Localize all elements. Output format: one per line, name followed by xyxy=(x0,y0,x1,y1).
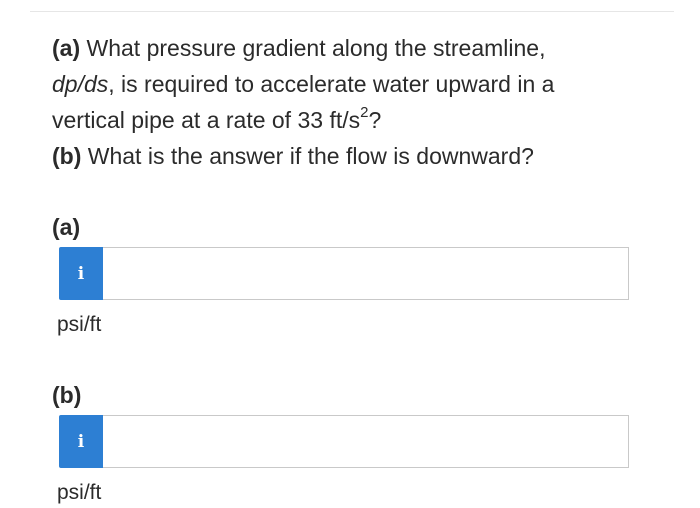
part-b-answer-row: i xyxy=(59,415,629,468)
question-a-text-3: vertical pipe at a rate of 33 ft/s xyxy=(52,107,361,133)
question-a-variable: dp/ds xyxy=(52,71,109,97)
part-a-answer-row: i xyxy=(59,247,629,300)
question-a-text-3-end: ? xyxy=(368,107,382,133)
question-b-label: (b) xyxy=(52,143,82,169)
question-a-text-1: What pressure gradient along the streaml… xyxy=(86,35,546,61)
question-a-text-2: , is required to accelerate water upward… xyxy=(108,71,555,97)
question-line-2: dp/ds, is required to accelerate water u… xyxy=(52,66,652,102)
top-divider xyxy=(30,11,674,12)
question-a-label: (a) xyxy=(52,35,81,61)
part-a-label: (a) xyxy=(52,214,81,240)
part-a-unit: psi/ft xyxy=(57,313,102,336)
question-line-4: (b) What is the answer if the flow is do… xyxy=(52,138,652,174)
question-line-3: vertical pipe at a rate of 33 ft/s2? xyxy=(52,102,652,138)
problem-page: (a) What pressure gradient along the str… xyxy=(0,0,700,508)
part-b-info-icon[interactable]: i xyxy=(59,415,103,468)
part-b-label: (b) xyxy=(52,382,82,408)
part-a-answer-input[interactable] xyxy=(103,247,629,300)
question-line-1: (a) What pressure gradient along the str… xyxy=(52,30,652,66)
question-a-exponent: 2 xyxy=(360,104,369,122)
part-b-unit: psi/ft xyxy=(57,481,102,504)
question-b-text: What is the answer if the flow is downwa… xyxy=(87,143,534,169)
part-b-answer-input[interactable] xyxy=(103,415,629,468)
question-text: (a) What pressure gradient along the str… xyxy=(52,30,652,174)
part-a-info-icon[interactable]: i xyxy=(59,247,103,300)
